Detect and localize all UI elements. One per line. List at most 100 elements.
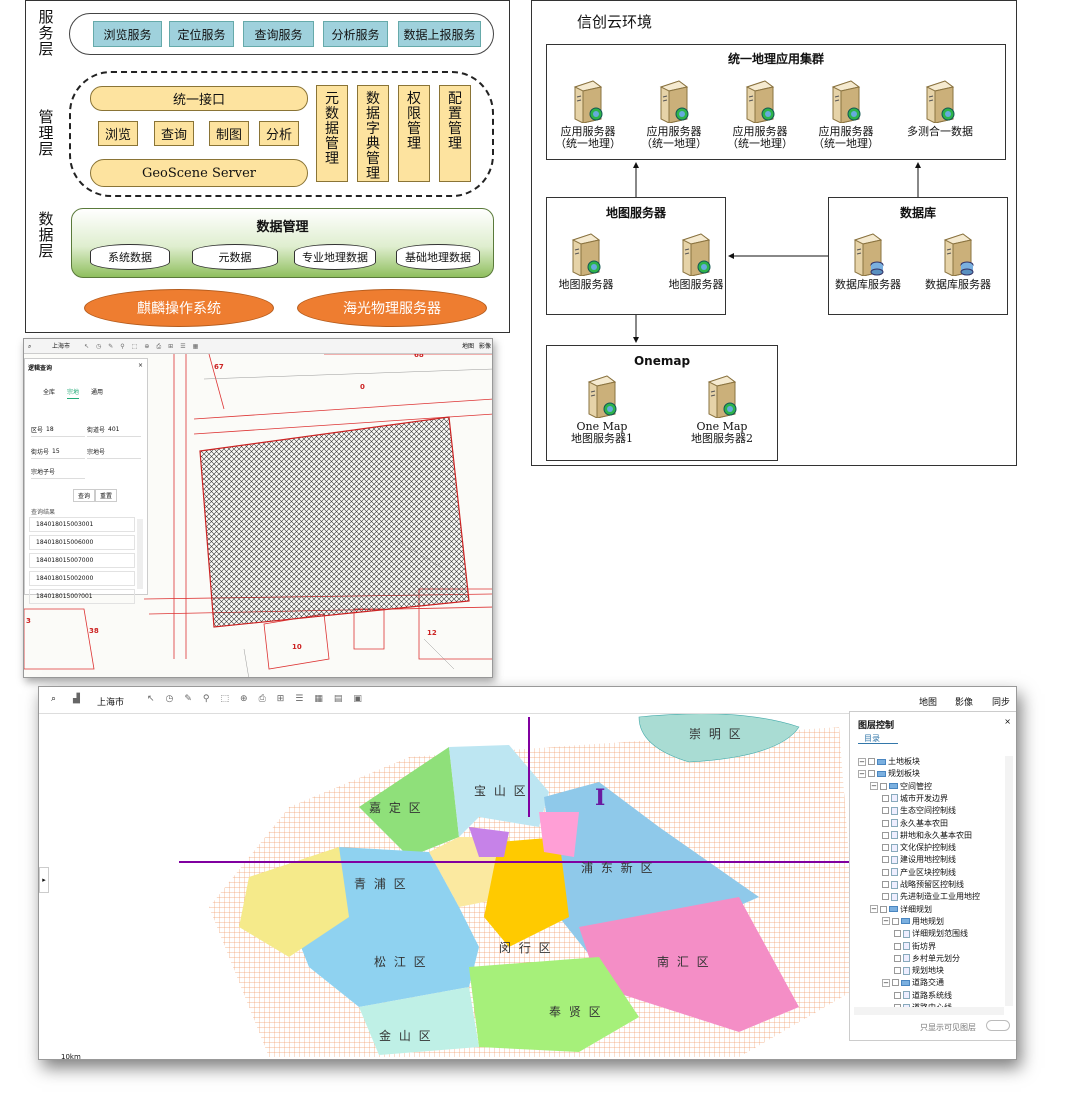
- layer-name: 城市开发边界: [900, 793, 948, 803]
- layer-tree-item[interactable]: − 详细规划: [870, 904, 932, 915]
- config-mgmt: 配 置 管 理: [439, 85, 471, 182]
- os-kylin: 麒麟操作系统: [84, 289, 274, 327]
- field-value[interactable]: 401: [108, 426, 119, 433]
- result-item[interactable]: 18401801500?001: [29, 589, 135, 604]
- search-icon[interactable]: ⌕: [28, 339, 31, 354]
- city-select[interactable]: 上海市: [97, 695, 124, 708]
- layer-tree-item[interactable]: − 道路交通: [882, 977, 944, 988]
- layer-checkbox[interactable]: [894, 930, 901, 938]
- layer-checkbox[interactable]: [880, 782, 887, 790]
- map-mode-button[interactable]: 地图: [919, 695, 937, 708]
- expand-icon[interactable]: −: [858, 757, 866, 766]
- layer-checkbox[interactable]: [882, 893, 889, 901]
- image-mode-button[interactable]: 影像: [479, 339, 491, 354]
- layer-tree-item[interactable]: 建设用地控制线: [882, 854, 956, 865]
- tab-general[interactable]: 通用: [91, 387, 103, 396]
- sync-button[interactable]: 同步: [992, 695, 1010, 708]
- layer-checkbox[interactable]: [894, 991, 901, 999]
- layer-tree-item[interactable]: 详细规划范围线: [894, 928, 968, 939]
- layer-tree-item[interactable]: 战略预留区控制线: [882, 879, 964, 890]
- tree-scrollbar[interactable]: [1005, 756, 1013, 1006]
- close-icon[interactable]: ×: [1004, 717, 1011, 726]
- map-mode-button[interactable]: 地图: [462, 339, 474, 354]
- layer-icon: [903, 942, 910, 950]
- layer-tree-item[interactable]: 文化保护控制线: [882, 842, 956, 853]
- layer-tree-item[interactable]: 产业区块控制线: [882, 867, 956, 878]
- query-field[interactable]: 宗地号: [87, 445, 141, 459]
- expand-icon[interactable]: −: [870, 905, 878, 914]
- field-value[interactable]: 18: [46, 426, 54, 433]
- layer-label-service: 服 务 层: [38, 8, 54, 58]
- layer-tree-item[interactable]: 规划地块: [894, 965, 944, 976]
- layer-name: 战略预留区控制线: [900, 880, 964, 889]
- layer-checkbox[interactable]: [882, 856, 889, 864]
- reset-button[interactable]: 重置: [95, 489, 118, 502]
- layer-tree-item[interactable]: − 空间管控: [870, 781, 932, 792]
- image-mode-button[interactable]: 影像: [955, 695, 973, 708]
- dict-mgmt: 数 据 字 典 管 理: [357, 85, 389, 182]
- expand-icon[interactable]: −: [882, 917, 890, 926]
- result-item[interactable]: 184018015006000: [29, 535, 135, 550]
- layer-label-data: 数 据 层: [38, 210, 54, 260]
- layer-checkbox[interactable]: [894, 967, 901, 975]
- expand-icon[interactable]: −: [858, 769, 866, 778]
- folder-icon: [877, 758, 886, 765]
- layer-tree-item[interactable]: − 规划板块: [858, 768, 920, 779]
- layer-tree-item[interactable]: 耕地和永久基本农田: [882, 830, 972, 841]
- layer-checkbox[interactable]: [882, 819, 889, 827]
- expand-icon[interactable]: −: [870, 782, 878, 791]
- layer-tree-item[interactable]: 永久基本农田: [882, 818, 948, 829]
- query-field[interactable]: 区号 18: [31, 423, 85, 437]
- toolbar-icons[interactable]: ↖◷✎⚲⬚⊕⎙⊞☰▦: [84, 339, 205, 354]
- layer-control-panel: 图层控制 × 目录 − 土地板块 − 规划板块 − 空间管控 城市开发边界 生态空间控制线 永久…: [849, 711, 1016, 1041]
- connector-arrows: [633, 162, 921, 343]
- layer-checkbox[interactable]: [868, 770, 875, 778]
- auth-mgmt: 权 限 管 理: [398, 85, 430, 182]
- chart-icon[interactable]: ▟: [73, 694, 80, 704]
- layer-checkbox[interactable]: [882, 844, 889, 852]
- layer-tree-item[interactable]: 生态空间控制线: [882, 805, 956, 816]
- visible-only-toggle[interactable]: [986, 1020, 1010, 1031]
- expand-panel-button[interactable]: ▸: [39, 867, 49, 893]
- folder-icon: [901, 918, 910, 925]
- layer-tree-item[interactable]: − 用地规划: [882, 916, 944, 927]
- query-field[interactable]: 宗地子号: [31, 465, 85, 479]
- query-field[interactable]: 街坊号 15: [31, 445, 85, 459]
- toolbar-icons[interactable]: ↖◷✎⚲⬚⊕⎙⊞☰▦▤▣: [147, 694, 373, 704]
- field-value[interactable]: 15: [52, 448, 60, 455]
- metadata-mgmt: 元 数 据 管 理: [316, 85, 348, 182]
- close-icon[interactable]: ×: [138, 362, 143, 369]
- layer-tree-item[interactable]: − 土地板块: [858, 756, 920, 767]
- result-item[interactable]: 184018015003001: [29, 517, 135, 532]
- layer-tree-item[interactable]: 道路系统线: [894, 990, 952, 1001]
- layer-checkbox[interactable]: [882, 794, 889, 802]
- shanghai-map-screenshot: I 崇 明 区嘉 定 区 宝 山 区青 浦 区 浦 东 新 区松 江 区 闵 行 区南…: [38, 686, 1017, 1060]
- query-field[interactable]: 街道号 401: [87, 423, 141, 437]
- layer-checkbox[interactable]: [882, 881, 889, 888]
- layer-name: 规划板块: [888, 769, 920, 779]
- layer-checkbox[interactable]: [868, 758, 875, 765]
- search-icon[interactable]: ⌕: [51, 694, 56, 704]
- layer-checkbox[interactable]: [882, 807, 889, 815]
- layer-checkbox[interactable]: [892, 979, 899, 987]
- result-item[interactable]: 184018015007000: [29, 553, 135, 568]
- result-scrollbar[interactable]: [137, 519, 143, 589]
- query-button[interactable]: 查询: [73, 489, 96, 502]
- layer-checkbox[interactable]: [894, 954, 901, 962]
- layer-tree-item[interactable]: 街坊界: [894, 941, 936, 952]
- tab-parcel[interactable]: 宗地: [67, 387, 80, 399]
- expand-icon[interactable]: −: [882, 978, 890, 987]
- layer-checkbox[interactable]: [880, 905, 887, 913]
- layer-tree-item[interactable]: 乡村单元划分: [894, 953, 960, 964]
- layer-tree-item[interactable]: 城市开发边界: [882, 793, 948, 804]
- tree-hscrollbar[interactable]: [854, 1007, 1004, 1015]
- layer-checkbox[interactable]: [892, 917, 899, 925]
- layer-checkbox[interactable]: [894, 942, 901, 950]
- layer-name: 街坊界: [912, 941, 936, 951]
- result-item[interactable]: 184018015002000: [29, 571, 135, 586]
- layer-checkbox[interactable]: [882, 831, 889, 839]
- layer-tree-item[interactable]: 先进制造业工业用地控: [882, 891, 980, 902]
- city-select[interactable]: 上海市: [52, 339, 70, 354]
- layer-checkbox[interactable]: [882, 868, 889, 876]
- tab-all[interactable]: 全库: [43, 387, 55, 396]
